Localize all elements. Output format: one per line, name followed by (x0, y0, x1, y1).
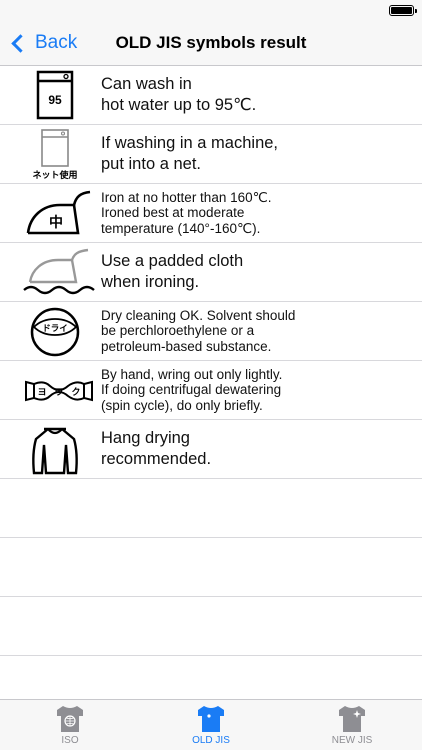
iso-shirt-icon (57, 706, 83, 732)
status-bar (0, 0, 422, 20)
iron-padded-cloth-icon (22, 246, 96, 299)
chevron-left-icon (11, 33, 30, 53)
back-label: Back (35, 32, 78, 53)
list-item: 中 Iron at no hotter than 160℃. Ironed be… (0, 184, 422, 243)
wash-95-icon: 95 (22, 69, 96, 122)
empty-row (0, 538, 422, 597)
tab-new-jis[interactable]: NEW JIS (282, 700, 422, 750)
wring-char-1: ヨ (37, 388, 46, 398)
net-usage-label: ネット使用 (32, 169, 77, 181)
wring-char-3: ク (71, 387, 80, 398)
tab-bar: ISO OLD JIS NEW JIS (0, 699, 422, 750)
iron-temperature-mark: 中 (49, 214, 63, 231)
empty-row (0, 479, 422, 538)
symbol-description: Dry cleaning OK. Solvent should be perch… (101, 307, 296, 354)
empty-row (0, 597, 422, 656)
symbol-description: Iron at no hotter than 160℃. Ironed best… (101, 189, 272, 236)
navigation-bar: OLD JIS symbols result Back (0, 20, 422, 66)
dry-clean-label: ドライ (42, 324, 68, 334)
machine-net-icon: ネット使用 (22, 128, 96, 181)
list-item: 95 Can wash in hot water up to 95℃. (0, 66, 422, 125)
tab-label: OLD JIS (192, 735, 230, 746)
symbol-description: Can wash in hot water up to 95℃. (101, 75, 257, 114)
dry-clean-icon: ドライ (22, 305, 96, 358)
wash-temperature: 95 (48, 93, 62, 107)
tab-label: NEW JIS (331, 735, 373, 746)
symbol-result-list[interactable]: 95 Can wash in hot water up to 95℃. ネット使… (0, 66, 422, 699)
tab-old-jis[interactable]: OLD JIS (141, 700, 281, 750)
iron-medium-icon: 中 (22, 187, 96, 240)
back-button[interactable]: Back (8, 20, 77, 66)
symbol-description: Use a padded cloth when ironing. (101, 252, 244, 291)
list-item: ネット使用 If washing in a machine, put into … (0, 125, 422, 184)
hang-dry-icon (22, 423, 96, 476)
wring-lightly-icon: ヨ ワ ク (22, 364, 96, 417)
symbol-description: By hand, wring out only lightly. If doin… (101, 366, 283, 413)
battery-icon (389, 5, 417, 16)
new-jis-shirt-icon (339, 706, 365, 732)
symbol-description: If washing in a machine, put into a net. (101, 134, 279, 173)
wring-char-2: ワ (54, 388, 63, 398)
tab-iso[interactable]: ISO (0, 700, 140, 750)
tab-label: ISO (61, 735, 79, 746)
old-jis-shirt-icon (198, 706, 224, 732)
symbol-description: Hang drying recommended. (101, 429, 212, 468)
list-item: Hang drying recommended. (0, 420, 422, 479)
list-item: Use a padded cloth when ironing. (0, 243, 422, 302)
list-item: ドライ Dry cleaning OK. Solvent should be p… (0, 302, 422, 361)
list-item: ヨ ワ ク By hand, wring out only lightly. I… (0, 361, 422, 420)
